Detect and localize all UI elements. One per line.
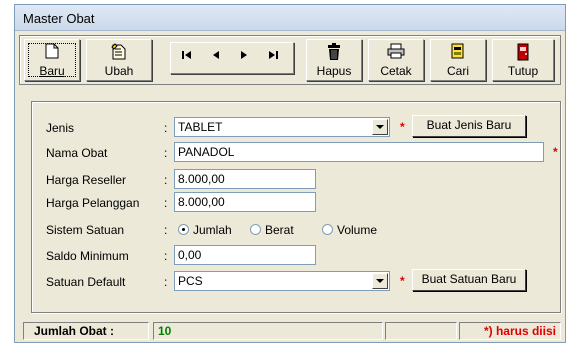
nama-obat-colon: : bbox=[164, 146, 168, 160]
radio-jumlah-label: Jumlah bbox=[193, 223, 232, 237]
buat-satuan-baru-button[interactable]: Buat Satuan Baru bbox=[412, 269, 526, 291]
saldo-minimum-input[interactable]: 0,00 bbox=[174, 245, 316, 265]
harga-pelanggan-input[interactable]: 8.000,00 bbox=[174, 192, 316, 212]
radio-unselected-icon bbox=[322, 224, 333, 235]
radio-selected-icon bbox=[178, 224, 189, 235]
cari-button[interactable]: Cari bbox=[430, 39, 486, 81]
radio-volume-label: Volume bbox=[337, 223, 378, 237]
last-record-icon[interactable] bbox=[259, 49, 285, 67]
status-bar: Jumlah Obat : 10 *) harus diisi bbox=[23, 322, 561, 340]
radio-volume[interactable]: Volume bbox=[322, 223, 377, 237]
satuan-default-select[interactable]: PCS bbox=[174, 271, 390, 291]
hapus-button[interactable]: Hapus bbox=[306, 39, 362, 81]
tutup-label: Tutup bbox=[507, 64, 539, 78]
harga-reseller-label: Harga Reseller bbox=[46, 173, 127, 187]
satuan-default-label: Satuan Default bbox=[46, 275, 126, 289]
printer-icon bbox=[369, 43, 423, 63]
edit-document-icon bbox=[87, 43, 151, 63]
form-panel: Jenis : TABLET * Buat Jenis Baru Nama Ob… bbox=[31, 101, 561, 313]
ubah-button[interactable]: Ubah bbox=[86, 39, 152, 81]
title-bar: Master Obat bbox=[15, 5, 565, 31]
tutup-button[interactable]: Tutup bbox=[492, 39, 554, 81]
cetak-label: Cetak bbox=[380, 64, 412, 78]
cetak-button[interactable]: Cetak bbox=[368, 39, 424, 81]
chevron-down-icon[interactable] bbox=[372, 273, 388, 289]
nama-obat-required-mark: * bbox=[553, 145, 558, 159]
previous-record-icon[interactable] bbox=[203, 49, 229, 67]
record-navigation bbox=[170, 42, 294, 74]
radio-unselected-icon bbox=[250, 224, 261, 235]
jenis-select[interactable]: TABLET bbox=[174, 117, 390, 137]
sistem-satuan-colon: : bbox=[164, 223, 168, 237]
satuan-required-mark: * bbox=[400, 274, 405, 288]
harga-reseller-value: 8.000,00 bbox=[178, 172, 225, 186]
new-document-icon bbox=[25, 43, 79, 63]
saldo-minimum-colon: : bbox=[164, 249, 168, 263]
required-note: *) harus diisi bbox=[459, 322, 561, 340]
jumlah-obat-count: 10 bbox=[153, 322, 383, 340]
jumlah-obat-label: Jumlah Obat : bbox=[23, 322, 149, 340]
hapus-label: Hapus bbox=[316, 64, 352, 78]
next-record-icon[interactable] bbox=[231, 49, 257, 67]
first-record-icon[interactable] bbox=[175, 49, 201, 67]
harga-reseller-input[interactable]: 8.000,00 bbox=[174, 169, 316, 189]
nama-obat-value: PANADOL bbox=[178, 145, 235, 159]
radio-berat-label: Berat bbox=[265, 223, 294, 237]
jenis-label: Jenis bbox=[46, 121, 75, 135]
trash-icon bbox=[307, 43, 361, 63]
window-title: Master Obat bbox=[23, 11, 95, 26]
satuan-default-value: PCS bbox=[178, 274, 203, 288]
nama-obat-input[interactable]: PANADOL bbox=[174, 142, 544, 162]
toolbar: Baru Ubah Hapus Cetak Cari Tutup bbox=[19, 35, 561, 85]
search-binoculars-icon bbox=[431, 43, 485, 63]
status-empty-cell bbox=[385, 322, 457, 340]
jenis-colon: : bbox=[164, 121, 168, 135]
buat-jenis-baru-button[interactable]: Buat Jenis Baru bbox=[412, 115, 526, 137]
jenis-value: TABLET bbox=[178, 120, 223, 134]
radio-berat[interactable]: Berat bbox=[250, 223, 294, 237]
satuan-default-colon: : bbox=[164, 275, 168, 289]
saldo-minimum-value: 0,00 bbox=[178, 248, 202, 262]
saldo-minimum-label: Saldo Minimum bbox=[46, 249, 129, 263]
radio-jumlah[interactable]: Jumlah bbox=[178, 223, 232, 237]
ubah-label: Ubah bbox=[104, 64, 134, 78]
harga-pelanggan-colon: : bbox=[164, 196, 168, 210]
harga-pelanggan-value: 8.000,00 bbox=[178, 195, 225, 209]
harga-reseller-colon: : bbox=[164, 173, 168, 187]
jenis-required-mark: * bbox=[400, 120, 405, 134]
harga-pelanggan-label: Harga Pelanggan bbox=[46, 196, 140, 210]
chevron-down-icon[interactable] bbox=[372, 119, 388, 135]
exit-door-icon bbox=[493, 43, 553, 63]
baru-label: Baru bbox=[39, 64, 65, 78]
cari-label: Cari bbox=[446, 64, 469, 78]
baru-button[interactable]: Baru bbox=[24, 39, 80, 81]
nama-obat-label: Nama Obat bbox=[46, 146, 108, 160]
sistem-satuan-label: Sistem Satuan bbox=[46, 223, 125, 237]
master-obat-window: Master Obat Baru Ubah Hapus Cetak Cari T… bbox=[14, 4, 566, 343]
